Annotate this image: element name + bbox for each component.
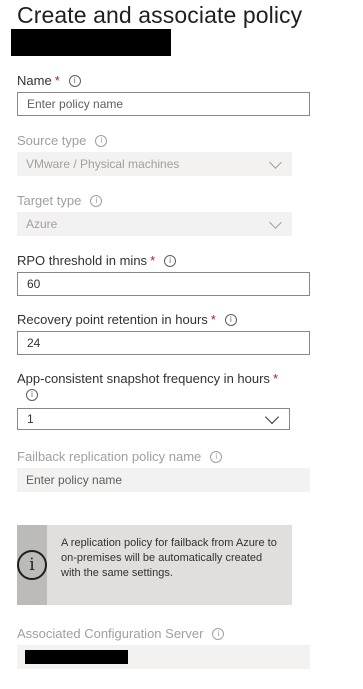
source-type-value: VMware / Physical machines <box>26 157 180 171</box>
target-type-value: Azure <box>26 217 58 231</box>
redacted-config-server-value <box>25 650 128 664</box>
failback-label-row: Failback replication policy name i <box>17 449 223 464</box>
retention-label-row: Recovery point retention in hours * i <box>17 312 237 327</box>
app-consistent-frequency-dropdown[interactable]: 1 <box>17 408 290 430</box>
info-icon[interactable]: i <box>26 389 38 401</box>
policy-name-input[interactable] <box>17 92 310 116</box>
failback-policy-name-input <box>17 468 310 492</box>
target-type-label-row: Target type i <box>17 193 103 208</box>
info-icon[interactable]: i <box>90 194 103 207</box>
info-banner: i A replication policy for failback from… <box>17 525 292 605</box>
info-icon[interactable]: i <box>212 627 225 640</box>
app-consistent-info-row: i <box>17 389 38 401</box>
name-label-row: Name * i <box>17 73 81 88</box>
config-server-label: Associated Configuration Server <box>17 626 204 641</box>
required-marker: * <box>210 312 216 327</box>
app-consistent-label: App-consistent snapshot frequency in hou… <box>17 371 270 386</box>
info-icon[interactable]: i <box>95 134 108 147</box>
redacted-subtitle <box>11 29 171 56</box>
banner-icon-column: i <box>17 525 47 605</box>
source-type-dropdown: VMware / Physical machines <box>17 152 292 176</box>
target-type-label: Target type <box>17 193 82 208</box>
info-icon[interactable]: i <box>164 254 177 267</box>
failback-label: Failback replication policy name <box>17 449 202 464</box>
app-consistent-label-row: App-consistent snapshot frequency in hou… <box>17 371 278 386</box>
retention-label: Recovery point retention in hours <box>17 312 208 327</box>
info-icon[interactable]: i <box>224 313 237 326</box>
config-server-label-row: Associated Configuration Server i <box>17 626 225 641</box>
source-type-label: Source type <box>17 133 87 148</box>
app-consistent-value: 1 <box>27 412 34 426</box>
info-icon[interactable]: i <box>68 74 81 87</box>
banner-message: A replication policy for failback from A… <box>61 537 277 579</box>
required-marker: * <box>54 73 60 88</box>
rpo-threshold-input[interactable] <box>17 272 310 296</box>
info-icon: i <box>17 550 47 580</box>
source-type-label-row: Source type i <box>17 133 108 148</box>
rpo-label-row: RPO threshold in mins * i <box>17 253 177 268</box>
chevron-down-icon <box>264 409 280 425</box>
chevron-down-icon <box>269 155 282 169</box>
rpo-label: RPO threshold in mins <box>17 253 148 268</box>
required-marker: * <box>272 371 278 386</box>
name-label: Name <box>17 73 52 88</box>
retention-input[interactable] <box>17 331 310 355</box>
required-marker: * <box>150 253 156 268</box>
chevron-down-icon <box>269 215 282 229</box>
page-title: Create and associate policy <box>17 2 303 28</box>
info-icon[interactable]: i <box>210 450 223 463</box>
target-type-dropdown: Azure <box>17 212 292 236</box>
